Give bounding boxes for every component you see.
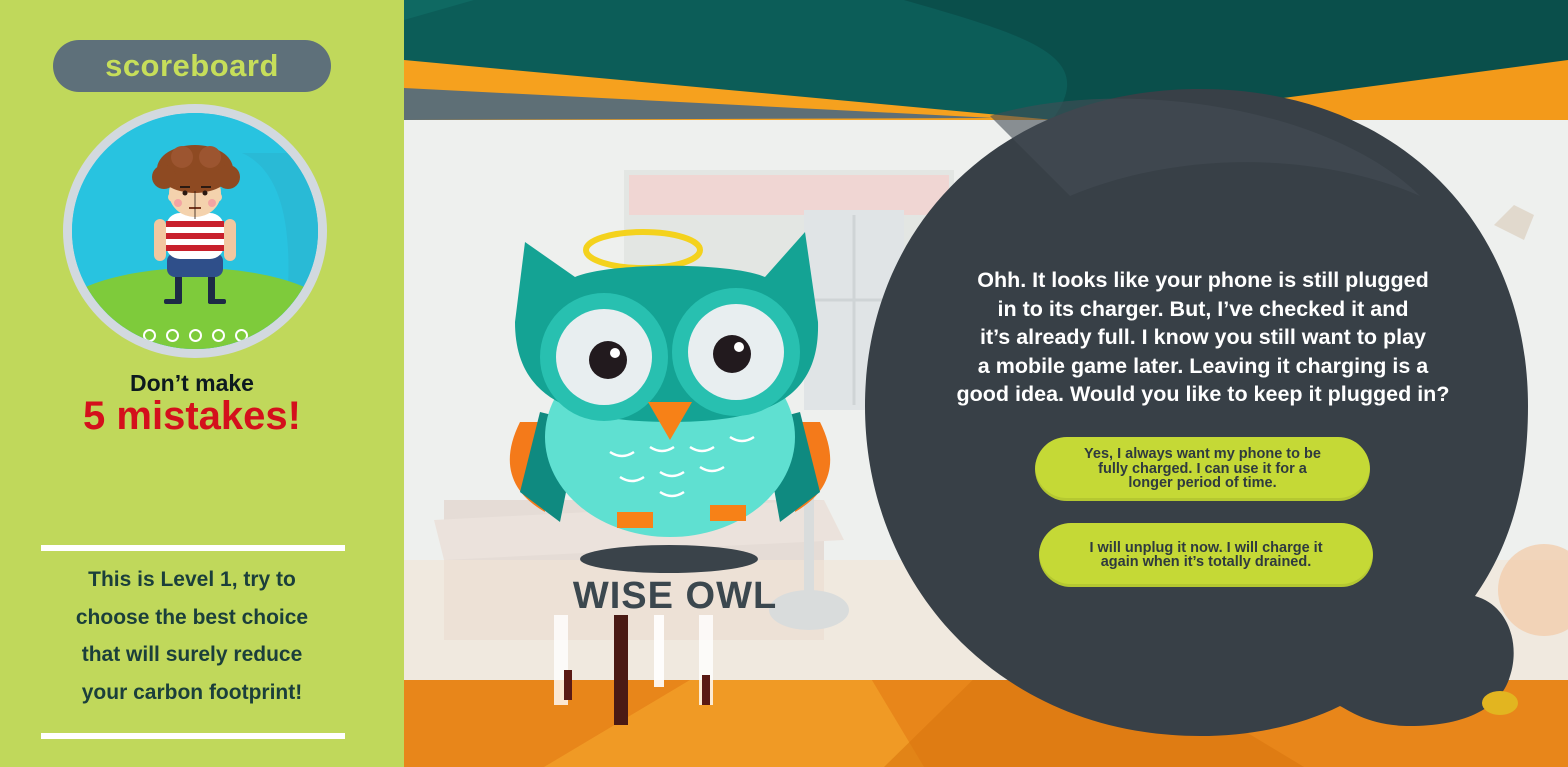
dialog-line: good idea. Would you like to keep it plu…	[956, 382, 1450, 406]
mistake-warning-label: Don’t make	[130, 370, 254, 396]
choice-label-line: again when it’s totally drained.	[1100, 554, 1312, 570]
scoreboard-panel: scoreboard Don’t make 5 mistakes! This i…	[0, 0, 404, 767]
scoreboard-title: scoreboard	[53, 40, 331, 92]
dialog-line: it’s already full. I know you still want…	[979, 325, 1426, 349]
level-instructions: This is Level 1, try to choose the best …	[40, 561, 344, 711]
divider-bottom	[41, 733, 345, 739]
lives-indicator	[72, 329, 318, 342]
divider-top	[41, 545, 345, 551]
level-instructions-line: This is Level 1, try to	[88, 568, 296, 591]
life-dot	[165, 329, 179, 342]
character-name: WISE OWL	[572, 575, 778, 617]
choice-label-line: Yes, I always want my phone to be	[1084, 446, 1321, 463]
player-avatar-frame	[72, 113, 318, 349]
life-dot	[188, 329, 202, 342]
choice-unplug-button[interactable]: I will unplug it now. I will charge it a…	[1039, 523, 1373, 587]
owl-character-image	[509, 229, 831, 573]
choice-label-line: I will unplug it now. I will charge it	[1089, 539, 1323, 556]
level-instructions-line: that will surely reduce	[81, 643, 303, 666]
choice-label-line: longer period of time.	[1128, 475, 1277, 492]
dialog-line: a mobile game later. Leaving it charging…	[977, 353, 1429, 378]
life-dot	[211, 329, 225, 342]
dialog-line: in to its charger. But, I’ve checked it …	[997, 296, 1409, 321]
mistake-limit: 5 mistakes!	[83, 394, 301, 438]
player-avatar	[63, 104, 327, 358]
life-dot	[142, 329, 156, 342]
level-instructions-line: your carbon footprint!	[81, 680, 303, 704]
dialog-line: Ohh. It looks like your phone is still p…	[977, 268, 1429, 292]
level-instructions-line: choose the best choice	[75, 605, 309, 629]
choice-label-line: fully charged. I can use it for a	[1098, 460, 1307, 477]
boy-character-image	[72, 113, 318, 349]
speech-bubble	[865, 89, 1528, 736]
life-dot	[234, 329, 248, 342]
choice-keep-plugged-button[interactable]: Yes, I always want my phone to be fully …	[1035, 437, 1370, 501]
owl-dialog-text: Ohh. It looks like your phone is still p…	[905, 266, 1501, 409]
